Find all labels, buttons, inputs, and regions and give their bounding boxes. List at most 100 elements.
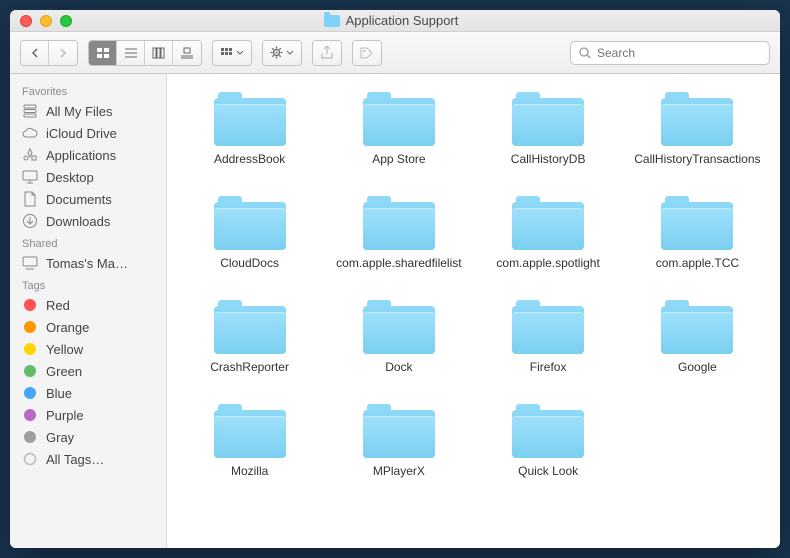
sidebar-item-label: Green: [46, 364, 82, 379]
window-body: FavoritesAll My FilesiCloud DriveApplica…: [10, 74, 780, 548]
sidebar-item[interactable]: Green: [10, 360, 166, 382]
tag-icon: [360, 47, 374, 59]
edit-tags-button[interactable]: [353, 41, 381, 65]
folder-item[interactable]: Mozilla: [177, 400, 322, 494]
sidebar-item-label: All Tags…: [46, 452, 104, 467]
share-group: [312, 40, 342, 66]
tag-dot-icon: [22, 363, 38, 379]
tag-dot-icon: [22, 407, 38, 423]
folder-item[interactable]: Firefox: [476, 296, 621, 390]
arrange-group: [212, 40, 252, 66]
columns-icon: [152, 47, 166, 59]
folder-label: CallHistoryTransactions: [634, 152, 760, 182]
tag-dot-icon: [22, 429, 38, 445]
tag-dot-icon: [22, 341, 38, 357]
folder-icon: [512, 400, 584, 458]
sidebar-item[interactable]: Blue: [10, 382, 166, 404]
tag-dot-icon: [22, 385, 38, 401]
folder-item[interactable]: Quick Look: [476, 400, 621, 494]
folder-label: MPlayerX: [373, 464, 425, 494]
sidebar-item-label: Gray: [46, 430, 74, 445]
sidebar-item[interactable]: Desktop: [10, 166, 166, 188]
folder-item[interactable]: com.apple.TCC: [625, 192, 770, 286]
folder-item[interactable]: CrashReporter: [177, 296, 322, 390]
folder-item[interactable]: CallHistoryTransactions: [625, 88, 770, 182]
icon-view-button[interactable]: [89, 41, 117, 65]
folder-item[interactable]: com.apple.sharedfilelist: [326, 192, 471, 286]
sidebar-item[interactable]: All My Files: [10, 100, 166, 122]
search-input[interactable]: [597, 46, 761, 60]
sidebar-item-label: Blue: [46, 386, 72, 401]
folder-item[interactable]: MPlayerX: [326, 400, 471, 494]
folder-item[interactable]: CallHistoryDB: [476, 88, 621, 182]
sidebar-item[interactable]: iCloud Drive: [10, 122, 166, 144]
sidebar-item[interactable]: Purple: [10, 404, 166, 426]
sidebar-item-label: Yellow: [46, 342, 83, 357]
sidebar-item[interactable]: Orange: [10, 316, 166, 338]
folder-grid: AddressBookApp StoreCallHistoryDB CallHis…: [177, 88, 770, 494]
action-group: [262, 40, 302, 66]
coverflow-icon: [180, 47, 194, 59]
gear-icon: [270, 46, 283, 59]
sidebar-item[interactable]: Red: [10, 294, 166, 316]
window-controls: [20, 15, 72, 27]
content-area[interactable]: AddressBookApp StoreCallHistoryDB CallHis…: [167, 74, 780, 548]
sidebar-item[interactable]: Applications: [10, 144, 166, 166]
folder-label: com.apple.spotlight: [496, 256, 599, 286]
tag-dot-icon: [22, 297, 38, 313]
folder-item[interactable]: Dock: [326, 296, 471, 390]
folder-icon: [363, 192, 435, 250]
folder-icon: [363, 296, 435, 354]
minimize-button[interactable]: [40, 15, 52, 27]
folder-item[interactable]: com.apple.spotlight: [476, 192, 621, 286]
view-mode-group: [88, 40, 202, 66]
column-view-button[interactable]: [145, 41, 173, 65]
tags-group: [352, 40, 382, 66]
action-button[interactable]: [263, 41, 301, 65]
icloud-icon: [22, 125, 38, 141]
sidebar-item[interactable]: Yellow: [10, 338, 166, 360]
computer-icon: [22, 255, 38, 271]
applications-icon: [22, 147, 38, 163]
folder-icon: [214, 88, 286, 146]
sidebar-item-label: Red: [46, 298, 70, 313]
folder-icon: [661, 296, 733, 354]
sidebar-item[interactable]: Downloads: [10, 210, 166, 232]
list-view-button[interactable]: [117, 41, 145, 65]
coverflow-view-button[interactable]: [173, 41, 201, 65]
folder-item[interactable]: App Store: [326, 88, 471, 182]
folder-item[interactable]: AddressBook: [177, 88, 322, 182]
folder-label: Quick Look: [518, 464, 578, 494]
titlebar[interactable]: Application Support: [10, 10, 780, 32]
back-button[interactable]: [21, 41, 49, 65]
folder-item[interactable]: CloudDocs: [177, 192, 322, 286]
documents-icon: [22, 191, 38, 207]
folder-label: com.apple.TCC: [656, 256, 739, 286]
close-button[interactable]: [20, 15, 32, 27]
all-tags-icon: [22, 451, 38, 467]
share-button[interactable]: [313, 41, 341, 65]
arrange-button[interactable]: [213, 41, 251, 65]
folder-icon: [214, 296, 286, 354]
grid-small-icon: [221, 48, 233, 58]
zoom-button[interactable]: [60, 15, 72, 27]
sidebar-item-label: Desktop: [46, 170, 94, 185]
folder-icon: [214, 400, 286, 458]
search-icon: [579, 47, 591, 59]
folder-label: CrashReporter: [210, 360, 289, 390]
folder-icon: [324, 15, 340, 27]
sidebar-item[interactable]: Documents: [10, 188, 166, 210]
sidebar: FavoritesAll My FilesiCloud DriveApplica…: [10, 74, 167, 548]
sidebar-item[interactable]: Tomas's Ma…: [10, 252, 166, 274]
sidebar-item-label: Tomas's Ma…: [46, 256, 128, 271]
sidebar-item[interactable]: All Tags…: [10, 448, 166, 470]
forward-button[interactable]: [49, 41, 77, 65]
folder-label: CloudDocs: [220, 256, 279, 286]
nav-group: [20, 40, 78, 66]
finder-window: Application Support: [10, 10, 780, 548]
search-field[interactable]: [570, 41, 770, 65]
folder-item[interactable]: Google: [625, 296, 770, 390]
list-icon: [124, 47, 138, 59]
sidebar-item[interactable]: Gray: [10, 426, 166, 448]
folder-icon: [363, 88, 435, 146]
